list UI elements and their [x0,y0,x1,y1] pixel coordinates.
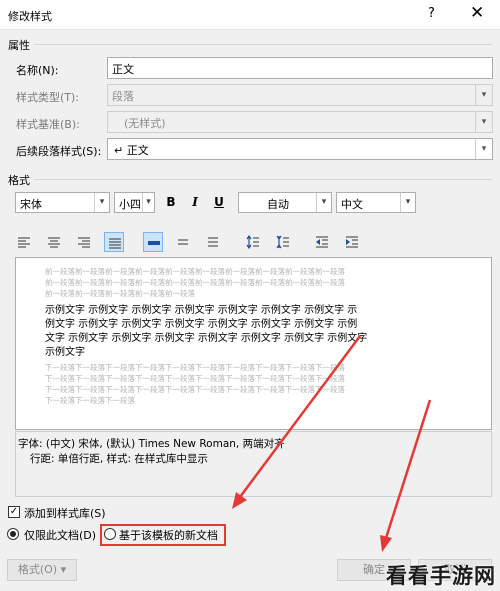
annotation-arrow-line [384,399,432,539]
annotation-arrowhead [380,535,392,552]
annotation-arrowhead [232,492,247,509]
site-watermark: 看看手游网 [386,564,496,588]
annotation-arrow-line [238,335,362,498]
annotation-arrows [232,335,432,552]
